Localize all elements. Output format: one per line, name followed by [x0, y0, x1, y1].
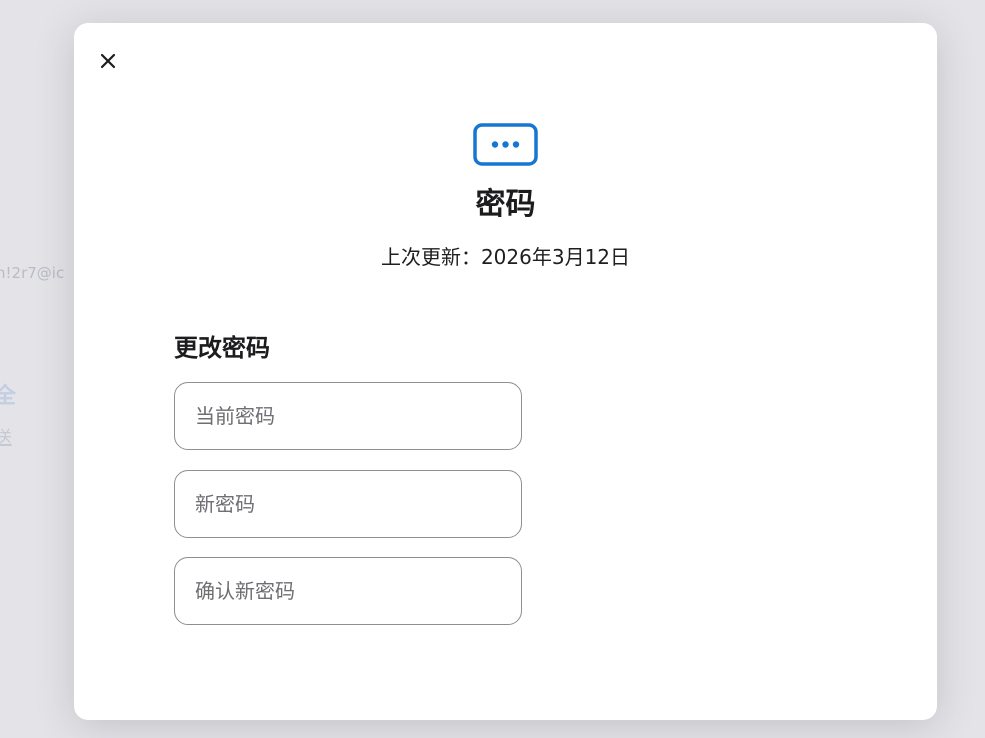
password-dialog: 密码 上次更新：2026年3月12日 更改密码 — [74, 23, 937, 720]
background-text-fragment: 全 — [0, 384, 17, 409]
close-button[interactable] — [94, 47, 122, 75]
dialog-title: 密码 — [475, 187, 536, 222]
confirm-password-field[interactable] — [174, 557, 522, 625]
background-link-fragment: 送 — [0, 428, 12, 449]
close-icon — [100, 53, 116, 69]
new-password-field[interactable] — [174, 470, 522, 538]
change-password-heading: 更改密码 — [174, 334, 270, 362]
current-password-field[interactable] — [174, 382, 522, 450]
password-dots-icon — [473, 123, 538, 166]
background-email-fragment: h!2r7@ic — [0, 264, 65, 282]
last-updated-text: 上次更新：2026年3月12日 — [380, 245, 631, 269]
